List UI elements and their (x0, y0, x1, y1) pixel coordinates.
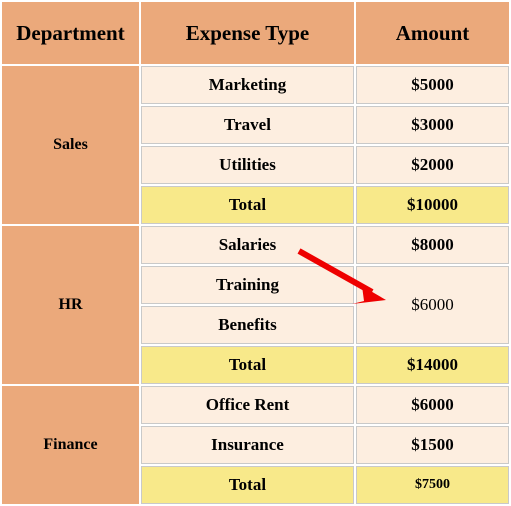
amount-cell: $5000 (356, 66, 509, 104)
expense-type-cell: Marketing (141, 66, 354, 104)
expense-type-cell: Training (141, 266, 354, 304)
total-amount-cell: $7500 (356, 466, 509, 504)
amount-cell: $8000 (356, 226, 509, 264)
amount-cell-merged: $6000 (356, 266, 509, 344)
expense-type-cell: Utilities (141, 146, 354, 184)
expense-type-cell: Benefits (141, 306, 354, 344)
expense-type-cell: Salaries (141, 226, 354, 264)
total-amount-cell: $14000 (356, 346, 509, 384)
department-cell-finance: Finance (2, 386, 139, 504)
table-row: HR Salaries $8000 (2, 226, 509, 384)
total-label-cell: Total (141, 346, 354, 384)
table-row: Finance Office Rent $6000 (2, 386, 509, 504)
department-cell-sales: Sales (2, 66, 139, 224)
total-label-cell: Total (141, 466, 354, 504)
header-row: Department Expense Type Amount (2, 2, 509, 64)
expense-table-container: Department Expense Type Amount Sales Mar… (0, 0, 511, 506)
total-label-cell: Total (141, 186, 354, 224)
expense-type-cell: Travel (141, 106, 354, 144)
column-header-department: Department (2, 2, 139, 64)
amount-cell: $1500 (356, 426, 509, 464)
table-row: Sales Marketing $5000 (2, 66, 509, 224)
column-header-amount: Amount (356, 2, 509, 64)
table-header: Department Expense Type Amount (2, 2, 509, 64)
expense-type-cell: Office Rent (141, 386, 354, 424)
amount-cell: $6000 (356, 386, 509, 424)
table-body: Sales Marketing $5000 Travel $3000 Utili… (2, 66, 509, 504)
amount-cell: $3000 (356, 106, 509, 144)
amount-cell: $2000 (356, 146, 509, 184)
department-cell-hr: HR (2, 226, 139, 384)
total-amount-cell: $10000 (356, 186, 509, 224)
column-header-expense-type: Expense Type (141, 2, 354, 64)
expense-type-cell: Insurance (141, 426, 354, 464)
expense-table: Department Expense Type Amount Sales Mar… (0, 0, 511, 506)
